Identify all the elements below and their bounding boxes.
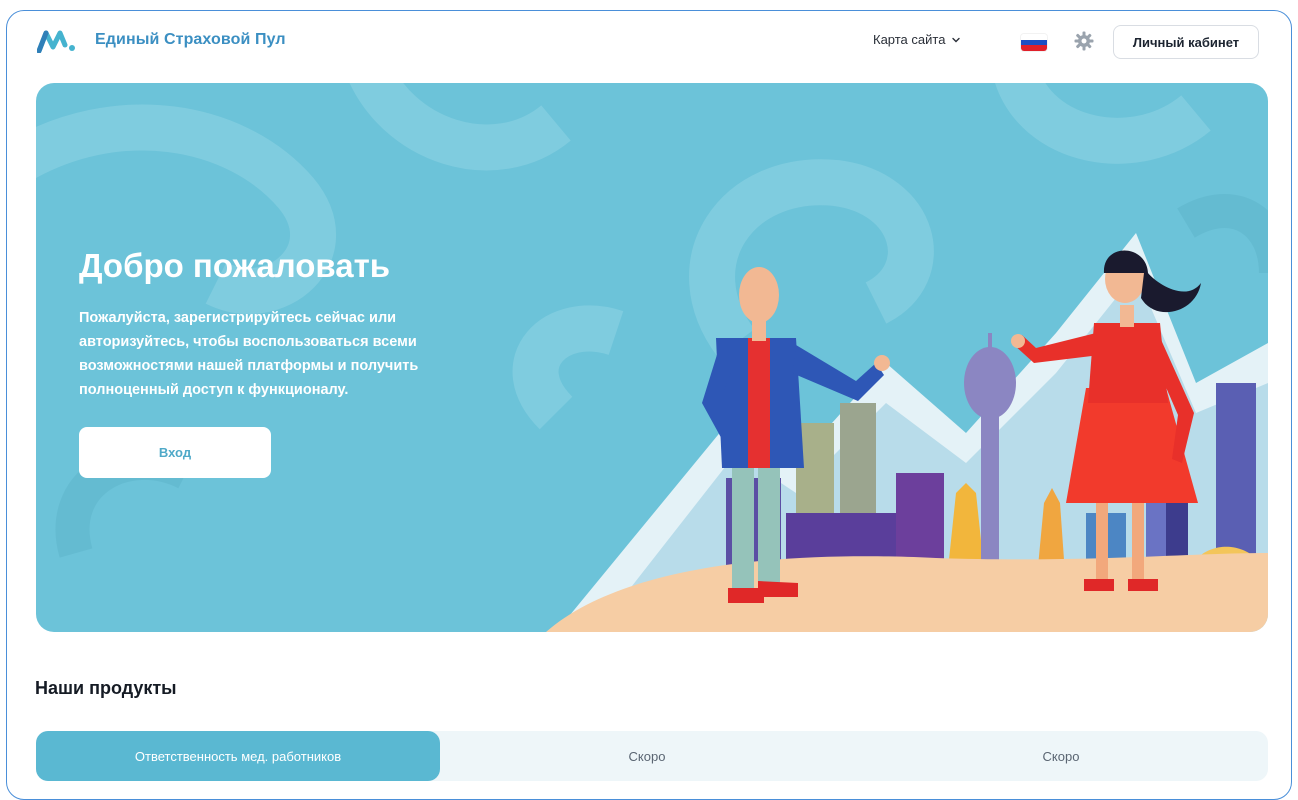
hero-title: Добро пожаловать xyxy=(79,247,391,284)
products-heading: Наши продукты xyxy=(35,678,177,698)
tab-coming-soon-2[interactable]: Скоро xyxy=(854,731,1268,781)
login-button[interactable]: Вход xyxy=(79,427,271,478)
sitemap-label: Карта сайта xyxy=(873,32,946,47)
products-tabs: Ответственность мед. работников Скоро Ск… xyxy=(36,731,1268,781)
chevron-down-icon xyxy=(952,37,961,42)
brand-name[interactable]: Единый Страховой Пул xyxy=(95,31,286,49)
accessibility-gear-icon[interactable] xyxy=(1073,30,1095,52)
personal-cabinet-button[interactable]: Личный кабинет xyxy=(1113,25,1259,59)
sitemap-dropdown[interactable]: Карта сайта xyxy=(873,32,961,47)
tab-medical-liability[interactable]: Ответственность мед. работников xyxy=(36,731,440,781)
hero-description: Пожалуйста, зарегистрируйтесь сейчас или… xyxy=(79,310,419,398)
browser-frame: Единый Страховой Пул Карта сайта Личный … xyxy=(6,10,1292,800)
hero-banner: Добро пожаловать Пожалуйста, зарегистрир… xyxy=(36,83,1268,632)
logo-icon[interactable] xyxy=(37,29,77,53)
site-header: Единый Страховой Пул Карта сайта Личный … xyxy=(7,11,1291,73)
russian-flag-icon[interactable] xyxy=(1021,34,1047,51)
tab-coming-soon-1[interactable]: Скоро xyxy=(440,731,854,781)
